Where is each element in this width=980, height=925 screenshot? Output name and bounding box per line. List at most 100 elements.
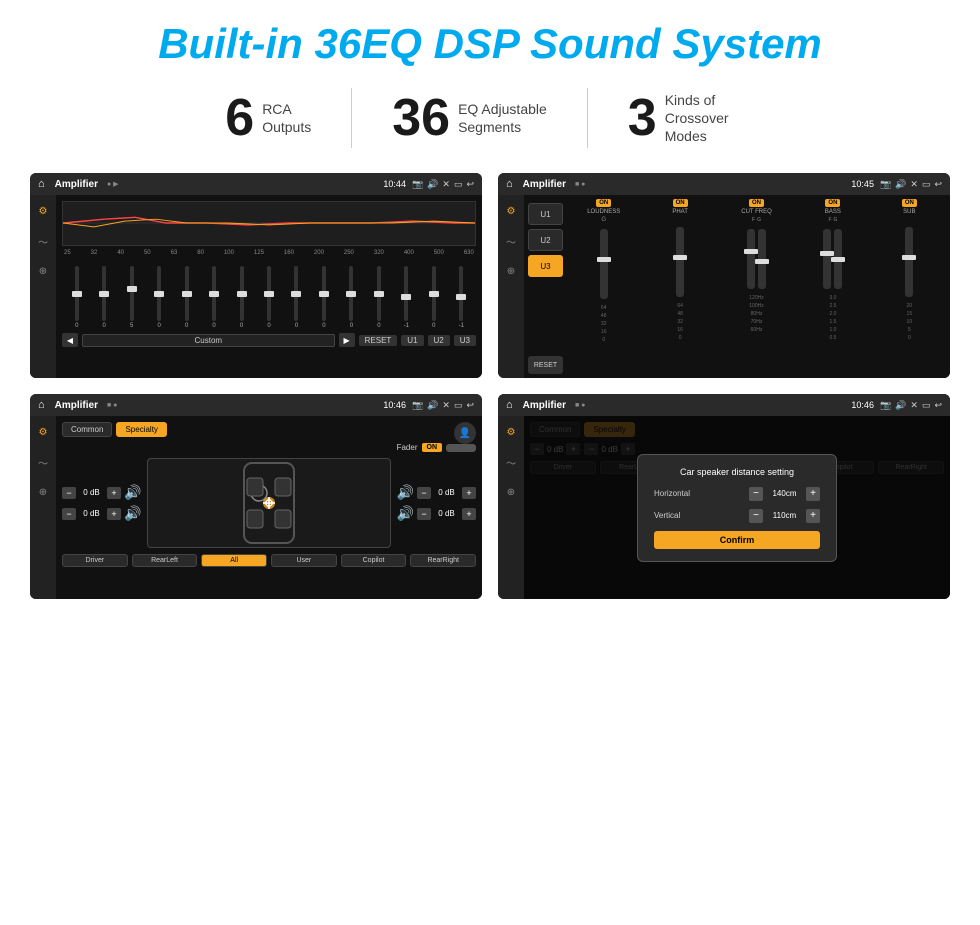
phat-slider[interactable]: [676, 227, 684, 297]
profile-btn[interactable]: 👤: [454, 422, 476, 444]
slider-track-1[interactable]: [102, 266, 106, 321]
eq-u2-btn[interactable]: U2: [428, 335, 450, 346]
cutfreq-slider-g[interactable]: [758, 229, 766, 289]
eq-reset-btn[interactable]: RESET: [359, 335, 398, 346]
user-btn[interactable]: User: [271, 554, 337, 567]
bass-g-handle[interactable]: [831, 257, 845, 262]
common-tab[interactable]: Common: [62, 422, 112, 437]
rearright-btn[interactable]: RearRight: [410, 554, 476, 567]
slider-track-10[interactable]: [349, 266, 353, 321]
slider-handle-6[interactable]: [237, 291, 247, 297]
close-icon-3[interactable]: ✕: [442, 400, 450, 411]
copilot-btn[interactable]: Copilot: [341, 554, 407, 567]
slider-track-13[interactable]: [432, 266, 436, 321]
slider-track-5[interactable]: [212, 266, 216, 321]
slider-handle-5[interactable]: [209, 291, 219, 297]
back-icon-2[interactable]: ↩: [934, 179, 942, 190]
bass-f-handle[interactable]: [820, 251, 834, 256]
phat-on[interactable]: ON: [673, 199, 688, 207]
vol-fr-minus[interactable]: −: [417, 487, 431, 499]
eq-u1-btn[interactable]: U1: [401, 335, 423, 346]
slider-handle-3[interactable]: [154, 291, 164, 297]
close-icon-2[interactable]: ✕: [910, 179, 918, 190]
sub-handle[interactable]: [902, 255, 916, 260]
eq-icon-3[interactable]: ⚙: [35, 424, 51, 440]
back-icon-3[interactable]: ↩: [466, 400, 474, 411]
speaker-icon-2[interactable]: ⊕: [503, 263, 519, 279]
vol-fr-plus[interactable]: +: [462, 487, 476, 499]
eq-u3-btn[interactable]: U3: [454, 335, 476, 346]
slider-track-12[interactable]: [404, 266, 408, 321]
wave-icon-2[interactable]: 〜: [503, 233, 519, 249]
loudness-handle[interactable]: [597, 257, 611, 262]
slider-handle-4[interactable]: [182, 291, 192, 297]
slider-handle-13[interactable]: [429, 291, 439, 297]
back-icon-1[interactable]: ↩: [466, 179, 474, 190]
home-icon-1[interactable]: ⌂: [38, 178, 45, 190]
cutfreq-on[interactable]: ON: [749, 199, 764, 207]
bass-slider-g[interactable]: [834, 229, 842, 289]
horizontal-minus[interactable]: −: [749, 487, 763, 501]
phat-handle[interactable]: [673, 255, 687, 260]
close-icon-4[interactable]: ✕: [910, 400, 918, 411]
bass-on[interactable]: ON: [825, 199, 840, 207]
dsp-reset[interactable]: RESET: [528, 356, 563, 374]
slider-handle-14[interactable]: [456, 294, 466, 300]
sub-on[interactable]: ON: [902, 199, 917, 207]
slider-track-6[interactable]: [240, 266, 244, 321]
dsp-u2[interactable]: U2: [528, 229, 563, 251]
speaker-icon-4[interactable]: ⊕: [503, 484, 519, 500]
loudness-slider[interactable]: [600, 229, 608, 299]
fader-on-badge[interactable]: ON: [422, 443, 443, 452]
driver-btn[interactable]: Driver: [62, 554, 128, 567]
vol-rl-plus[interactable]: +: [107, 508, 121, 520]
wave-icon-3[interactable]: 〜: [35, 454, 51, 470]
slider-handle-12[interactable]: [401, 294, 411, 300]
slider-track-7[interactable]: [267, 266, 271, 321]
slider-track-2[interactable]: [130, 266, 134, 321]
dsp-u1[interactable]: U1: [528, 203, 563, 225]
rearleft-btn[interactable]: RearLeft: [132, 554, 198, 567]
slider-handle-11[interactable]: [374, 291, 384, 297]
home-icon-4[interactable]: ⌂: [506, 399, 513, 411]
vol-fl-plus[interactable]: +: [107, 487, 121, 499]
sub-slider[interactable]: [905, 227, 913, 297]
confirm-button[interactable]: Confirm: [654, 531, 820, 549]
specialty-tab[interactable]: Specialty: [116, 422, 166, 437]
all-btn[interactable]: All: [201, 554, 267, 567]
vol-rr-minus[interactable]: −: [417, 508, 431, 520]
slider-handle-1[interactable]: [99, 291, 109, 297]
bass-slider-f[interactable]: [823, 229, 831, 289]
eq-prev-btn[interactable]: ◀: [62, 333, 78, 347]
home-icon-3[interactable]: ⌂: [38, 399, 45, 411]
eq-icon-2[interactable]: ⚙: [503, 203, 519, 219]
eq-icon-4[interactable]: ⚙: [503, 424, 519, 440]
eq-icon-1[interactable]: ⚙: [35, 203, 51, 219]
speaker-icon-3[interactable]: ⊕: [35, 484, 51, 500]
slider-track-0[interactable]: [75, 266, 79, 321]
wave-icon-4[interactable]: 〜: [503, 454, 519, 470]
eq-preset-label[interactable]: Custom: [82, 334, 335, 347]
slider-track-4[interactable]: [185, 266, 189, 321]
slider-handle-2[interactable]: [127, 286, 137, 292]
slider-track-14[interactable]: [459, 266, 463, 321]
slider-track-9[interactable]: [322, 266, 326, 321]
cutfreq-slider-f[interactable]: [747, 229, 755, 289]
cutfreq-f-handle[interactable]: [744, 249, 758, 254]
slider-handle-10[interactable]: [346, 291, 356, 297]
vertical-minus[interactable]: −: [749, 509, 763, 523]
wave-icon-1[interactable]: 〜: [35, 233, 51, 249]
fader-slider[interactable]: [446, 444, 476, 452]
dsp-u3[interactable]: U3: [528, 255, 563, 277]
slider-track-11[interactable]: [377, 266, 381, 321]
vertical-plus[interactable]: +: [806, 509, 820, 523]
slider-track-8[interactable]: [294, 266, 298, 321]
eq-next-btn[interactable]: ▶: [339, 333, 355, 347]
back-icon-4[interactable]: ↩: [934, 400, 942, 411]
vol-rl-minus[interactable]: −: [62, 508, 76, 520]
slider-handle-7[interactable]: [264, 291, 274, 297]
horizontal-plus[interactable]: +: [806, 487, 820, 501]
speaker-icon-1[interactable]: ⊕: [35, 263, 51, 279]
slider-handle-8[interactable]: [291, 291, 301, 297]
cutfreq-g-handle[interactable]: [755, 259, 769, 264]
